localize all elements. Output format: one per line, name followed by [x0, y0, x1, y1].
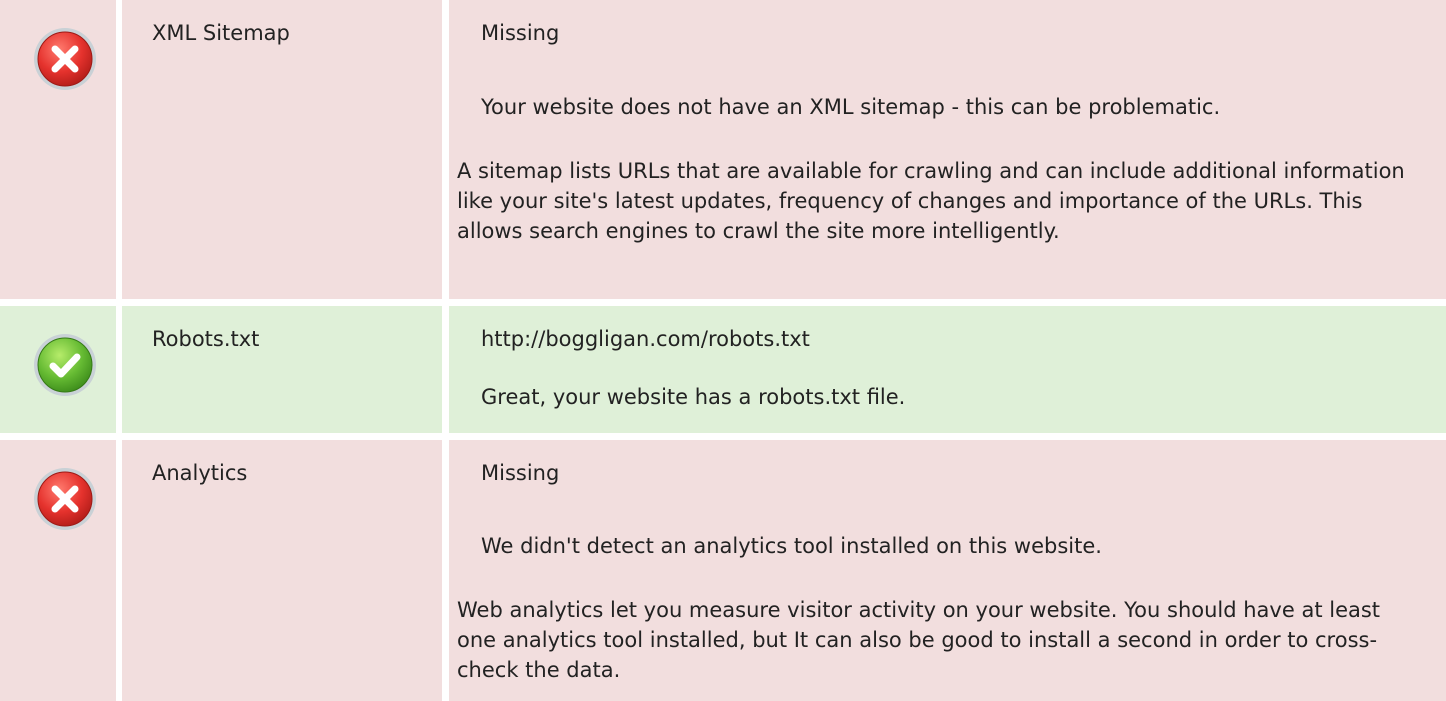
error-cross-icon — [34, 468, 96, 530]
error-cross-icon — [34, 28, 96, 90]
check-result-cell: Missing We didn't detect an analytics to… — [449, 440, 1446, 701]
robots-txt-link[interactable]: http://boggligan.com/robots.txt — [481, 326, 810, 352]
check-advice: A sitemap lists URLs that are available … — [457, 159, 1405, 243]
check-value: Missing — [481, 461, 560, 485]
check-result-cell: Missing Your website does not have an XM… — [449, 0, 1446, 299]
check-row-analytics: Analytics Missing We didn't detect an an… — [0, 440, 1446, 701]
seo-report-table: XML Sitemap Missing Your website does no… — [0, 0, 1446, 701]
status-cell — [0, 306, 116, 433]
check-name: Analytics — [152, 461, 248, 485]
check-message: Great, your website has a robots.txt fil… — [481, 385, 906, 409]
status-cell — [0, 440, 116, 701]
check-name-cell: XML Sitemap — [122, 0, 442, 299]
success-check-icon — [34, 334, 96, 396]
check-name: Robots.txt — [152, 327, 260, 351]
status-cell — [0, 0, 116, 299]
check-name: XML Sitemap — [152, 21, 290, 45]
check-row-xml-sitemap: XML Sitemap Missing Your website does no… — [0, 0, 1446, 299]
check-result-cell: http://boggligan.com/robots.txt Great, y… — [449, 306, 1446, 433]
check-message: We didn't detect an analytics tool insta… — [481, 534, 1102, 558]
check-message: Your website does not have an XML sitema… — [481, 95, 1221, 119]
check-row-robots-txt: Robots.txt http://boggligan.com/robots.t… — [0, 306, 1446, 433]
check-name-cell: Robots.txt — [122, 306, 442, 433]
check-name-cell: Analytics — [122, 440, 442, 701]
check-value: Missing — [481, 21, 560, 45]
check-advice: Web analytics let you measure visitor ac… — [457, 598, 1381, 682]
